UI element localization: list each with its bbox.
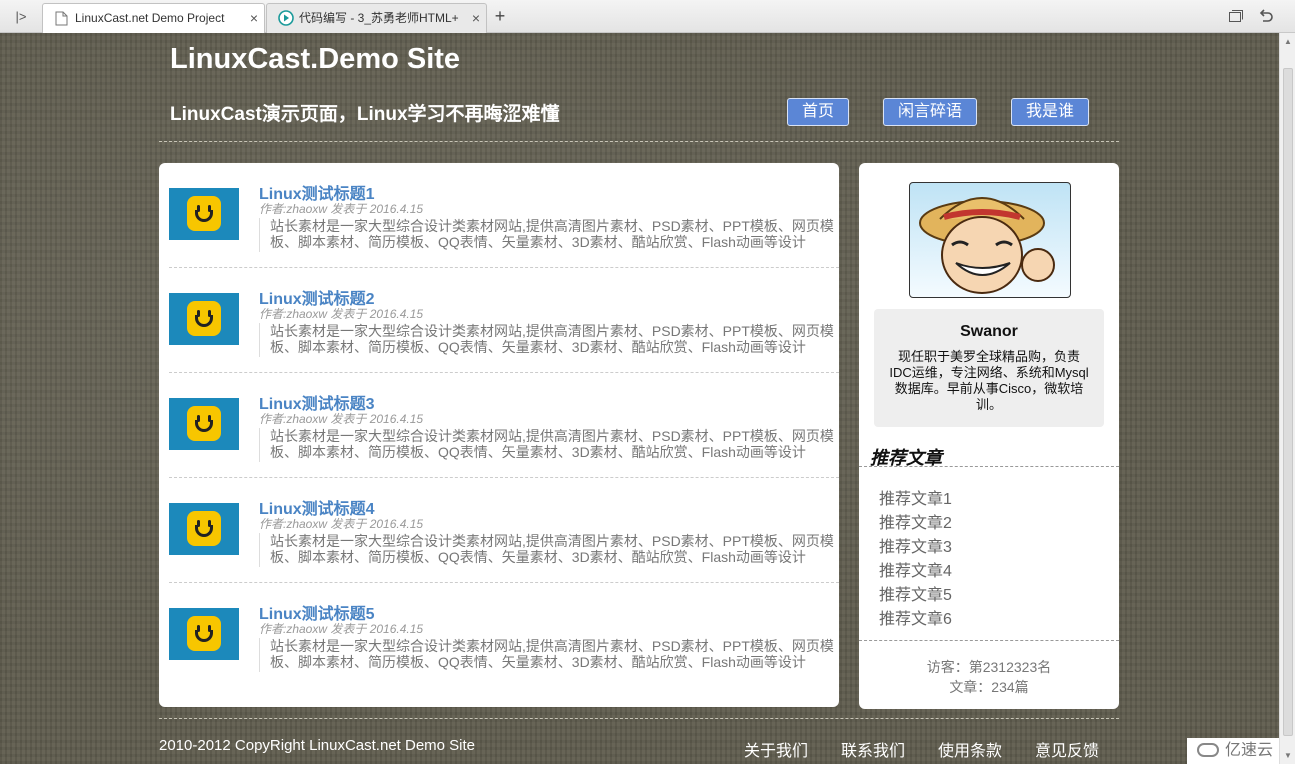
tab-linuxcast-demo[interactable]: LinuxCast.net Demo Project ×	[42, 3, 265, 34]
article-meta: 作者:zhaoxw 发表于 2016.4.15	[259, 202, 424, 216]
close-tab-icon[interactable]: ×	[250, 4, 258, 32]
smiley-icon	[187, 406, 221, 441]
list-item: Linux测试标题4 作者:zhaoxw 发表于 2016.4.15 站长素材是…	[169, 478, 839, 583]
article-thumbnail[interactable]	[169, 398, 239, 450]
watermark-text: 亿速云	[1225, 742, 1274, 759]
page-icon	[55, 11, 68, 26]
list-item: Linux测试标题3 作者:zhaoxw 发表于 2016.4.15 站长素材是…	[169, 373, 839, 478]
article-meta: 作者:zhaoxw 发表于 2016.4.15	[259, 622, 424, 636]
nav-about-button[interactable]: 我是谁	[1011, 98, 1089, 126]
footer-copyright: 2010-2012 CopyRight LinuxCast.net Demo S…	[159, 737, 476, 754]
article-excerpt: 站长素材是一家大型综合设计类素材网站,提供高清图片素材、PSD素材、PPT模板、…	[259, 638, 839, 672]
article-excerpt: 站长素材是一家大型综合设计类素材网站,提供高清图片素材、PSD素材、PPT模板、…	[259, 323, 839, 357]
page-canvas: LinuxCast.Demo Site LinuxCast演示页面，Linux学…	[0, 33, 1279, 764]
close-tab-icon[interactable]: ×	[472, 4, 480, 32]
article-thumbnail[interactable]	[169, 293, 239, 345]
article-thumbnail[interactable]	[169, 188, 239, 240]
profile-name: Swanor	[960, 323, 1018, 340]
restore-tabs-icon[interactable]	[1228, 9, 1244, 25]
watermark-logo: 亿速云	[1187, 738, 1279, 764]
recommend-link[interactable]: 推荐文章1	[879, 485, 952, 509]
recommend-divider	[859, 466, 1119, 467]
cloud-icon	[1197, 743, 1219, 757]
undo-icon[interactable]	[1258, 9, 1274, 25]
article-meta: 作者:zhaoxw 发表于 2016.4.15	[259, 307, 424, 321]
site-title: LinuxCast.Demo Site	[170, 43, 461, 75]
scroll-up-icon[interactable]: ▲	[1284, 37, 1292, 46]
article-excerpt: 站长素材是一家大型综合设计类素材网站,提供高清图片素材、PSD素材、PPT模板、…	[259, 428, 839, 462]
footer-link-about[interactable]: 关于我们	[744, 737, 808, 761]
new-tab-button[interactable]: +	[490, 6, 510, 26]
list-item: Linux测试标题5 作者:zhaoxw 发表于 2016.4.15 站长素材是…	[169, 583, 839, 688]
article-thumbnail[interactable]	[169, 503, 239, 555]
recommend-link[interactable]: 推荐文章2	[879, 509, 952, 533]
avatar-illustration	[919, 197, 1055, 294]
visitor-count: 访客：第2312323名	[926, 659, 1052, 675]
smiley-icon	[187, 616, 221, 651]
recommend-link[interactable]: 推荐文章6	[879, 605, 952, 629]
header-divider	[159, 141, 1119, 142]
tab-code-editor[interactable]: 代码编写 - 3_苏勇老师HTML+ ×	[266, 3, 487, 33]
nav-blog-button[interactable]: 闲言碎语	[883, 98, 977, 126]
list-item: Linux测试标题1 作者:zhaoxw 发表于 2016.4.15 站长素材是…	[169, 163, 839, 268]
play-circle-icon	[278, 10, 294, 26]
profile-bio: 现任职于美罗全球精品购，负责IDC运维，专注网络、系统和Mysql数据库。早前从…	[889, 349, 1089, 412]
site-subtitle: LinuxCast演示页面，Linux学习不再晦涩难懂	[170, 104, 560, 125]
article-meta: 作者:zhaoxw 发表于 2016.4.15	[259, 517, 424, 531]
article-panel: Linux测试标题1 作者:zhaoxw 发表于 2016.4.15 站长素材是…	[159, 163, 839, 707]
tab-label: LinuxCast.net Demo Project	[75, 11, 225, 25]
footer-link-contact[interactable]: 联系我们	[841, 737, 905, 761]
recommend-link[interactable]: 推荐文章4	[879, 557, 952, 581]
sidebar-panel: Swanor 现任职于美罗全球精品购，负责IDC运维，专注网络、系统和Mysql…	[859, 163, 1119, 709]
sidebar-toggle-icon[interactable]: |>	[13, 9, 29, 25]
stats-divider	[859, 640, 1119, 641]
article-excerpt: 站长素材是一家大型综合设计类素材网站,提供高清图片素材、PSD素材、PPT模板、…	[259, 218, 839, 252]
nav-home-button[interactable]: 首页	[787, 98, 849, 126]
article-meta: 作者:zhaoxw 发表于 2016.4.15	[259, 412, 424, 426]
post-count: 文章：234篇	[949, 679, 1029, 695]
footer-divider	[159, 718, 1119, 719]
recommend-link[interactable]: 推荐文章5	[879, 581, 952, 605]
list-item: Linux测试标题2 作者:zhaoxw 发表于 2016.4.15 站长素材是…	[169, 268, 839, 373]
avatar	[909, 182, 1071, 298]
smiley-icon	[187, 511, 221, 546]
recommend-link[interactable]: 推荐文章3	[879, 533, 952, 557]
profile-card: Swanor 现任职于美罗全球精品购，负责IDC运维，专注网络、系统和Mysql…	[874, 309, 1104, 427]
scroll-down-icon[interactable]: ▼	[1284, 751, 1292, 760]
footer-link-terms[interactable]: 使用条款	[938, 737, 1002, 761]
article-thumbnail[interactable]	[169, 608, 239, 660]
tab-label: 代码编写 - 3_苏勇老师HTML+	[299, 11, 459, 25]
scroll-thumb[interactable]	[1283, 68, 1293, 736]
smiley-icon	[187, 196, 221, 231]
vertical-scrollbar[interactable]: ▲ ▼	[1279, 33, 1295, 764]
footer-link-feedback[interactable]: 意见反馈	[1035, 737, 1099, 761]
article-excerpt: 站长素材是一家大型综合设计类素材网站,提供高清图片素材、PSD素材、PPT模板、…	[259, 533, 839, 567]
browser-tab-bar: |> LinuxCast.net Demo Project × 代码编写 - 3…	[0, 0, 1295, 34]
smiley-icon	[187, 301, 221, 336]
